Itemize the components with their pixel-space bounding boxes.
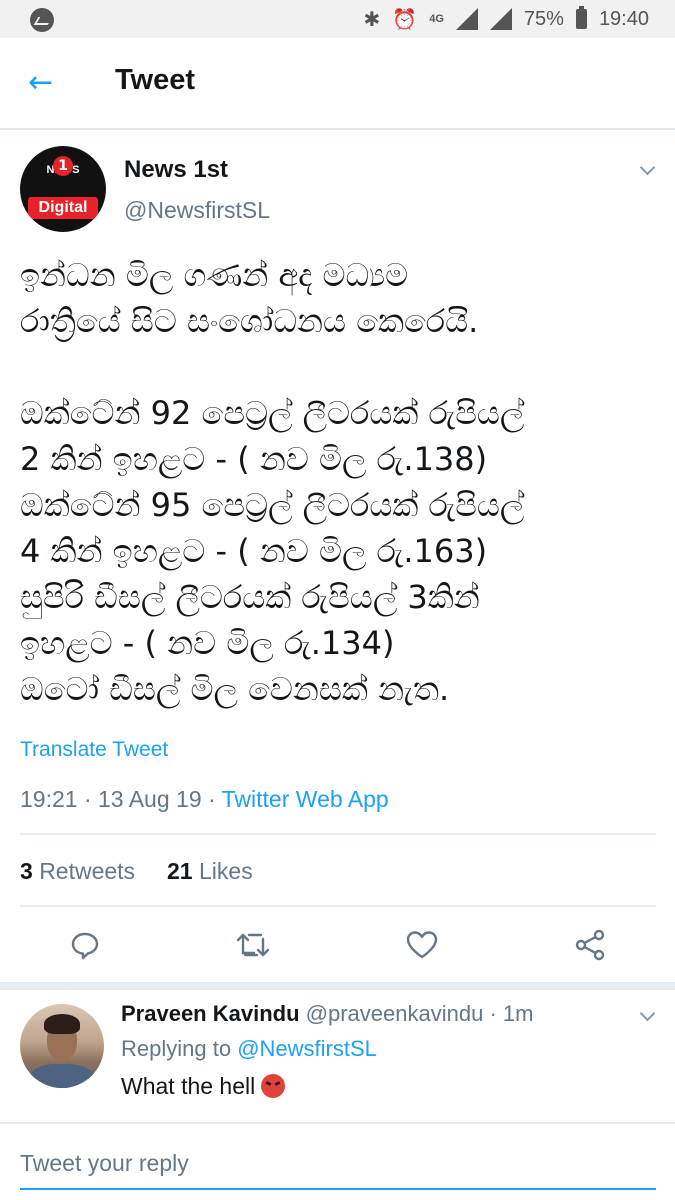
reply-chevron-down-icon[interactable] [640, 1008, 656, 1024]
back-arrow-icon[interactable]: ← [28, 66, 62, 100]
reply-header: Praveen Kavindu @praveenkavindu · 1m [121, 1001, 533, 1027]
replying-handle-link[interactable]: @NewsfirstSL [237, 1036, 377, 1061]
likes-count: 21 [167, 858, 193, 884]
reply-input[interactable]: Tweet your reply [20, 1150, 189, 1177]
bluetooth-icon: ✱ [363, 8, 381, 31]
section-divider [0, 982, 675, 990]
action-bar [0, 922, 675, 968]
reply-icon[interactable] [65, 922, 105, 968]
likes-stat[interactable]: 21 Likes [167, 858, 253, 884]
retweets-count: 3 [20, 858, 33, 884]
divider-2 [20, 905, 656, 907]
status-bar: ✱ ⏰ 4G 75% 19:40 [0, 0, 675, 38]
reply-age: 1m [502, 1001, 534, 1026]
meta-separator: · [83, 786, 99, 812]
avatar[interactable]: NEWS 1 Digital [20, 146, 106, 232]
divider-3 [0, 1122, 675, 1124]
divider [20, 833, 656, 835]
network-type: 4G [429, 13, 444, 25]
alarm-icon: ⏰ [392, 8, 418, 31]
tweet-text: ඉන්ධන මිල ගණන් අද මධ්‍යම රාත්‍රියේ සිට ස… [20, 256, 525, 708]
like-icon[interactable] [402, 922, 442, 968]
reply-author-handle[interactable]: @praveenkavindu [306, 1001, 484, 1026]
tweet-meta: 19:21 · 13 Aug 19 · Twitter Web App [20, 786, 389, 813]
reply-input-underline [20, 1188, 656, 1190]
messenger-icon [30, 8, 54, 32]
retweet-icon[interactable] [233, 922, 273, 968]
tweet-stats: 3 Retweets 21 Likes [20, 858, 253, 885]
reply-author-name[interactable]: Praveen Kavindu [121, 1001, 300, 1026]
signal-icon-2 [489, 8, 512, 30]
battery-icon [575, 6, 587, 29]
logo-digital-text: Digital [28, 197, 98, 219]
page-title: Tweet [115, 64, 196, 96]
tweet-source-link[interactable]: Twitter Web App [222, 786, 389, 812]
replying-to: Replying to @NewsfirstSL [121, 1036, 377, 1062]
reply-text: What the hell [121, 1073, 256, 1099]
logo-one-badge: 1 [53, 156, 73, 176]
app-bar: ← Tweet [0, 38, 675, 130]
author-handle[interactable]: @NewsfirstSL [124, 197, 270, 224]
signal-icon [455, 8, 478, 30]
translate-tweet-link[interactable]: Translate Tweet [20, 738, 168, 762]
reply-separator: · [489, 1001, 503, 1026]
reply-text-row: What the hell [121, 1073, 286, 1100]
author-name[interactable]: News 1st [124, 156, 228, 184]
retweets-stat[interactable]: 3 Retweets [20, 858, 135, 884]
avatar-hair [44, 1014, 80, 1034]
status-right: ✱ ⏰ 4G 75% 19:40 [364, 0, 649, 38]
meta-separator-2: · [208, 786, 222, 812]
angry-face-emoji-icon [261, 1074, 286, 1098]
retweets-label: Retweets [39, 858, 136, 884]
tweet-time: 19:21 [20, 786, 78, 812]
reply-avatar[interactable] [20, 1004, 104, 1088]
share-icon[interactable] [570, 922, 610, 968]
tweet-date: 13 Aug 19 [98, 786, 202, 812]
likes-label: Likes [199, 858, 253, 884]
battery-percent: 75% [523, 7, 564, 30]
status-left [30, 8, 54, 37]
avatar-shirt [28, 1064, 96, 1088]
clock: 19:40 [598, 7, 649, 30]
chevron-down-icon[interactable] [640, 162, 656, 178]
replying-label: Replying to [121, 1036, 232, 1061]
